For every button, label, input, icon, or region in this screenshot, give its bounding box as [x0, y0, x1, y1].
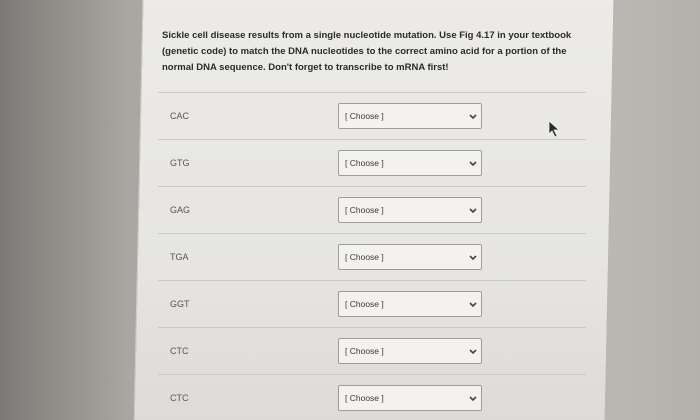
dropdown-value: [ Choose ] — [345, 252, 384, 262]
chevron-down-icon — [469, 161, 477, 167]
codon-label: GTG — [170, 158, 190, 168]
chevron-down-icon — [469, 208, 477, 214]
match-row: CTC [ Choose ] — [158, 327, 586, 374]
dropdown-value: [ Choose ] — [345, 299, 384, 309]
chevron-down-icon — [469, 114, 477, 120]
chevron-down-icon — [469, 396, 477, 402]
dropdown-value: [ Choose ] — [345, 393, 384, 403]
amino-acid-dropdown[interactable]: [ Choose ] — [338, 338, 482, 364]
dropdown-value: [ Choose ] — [345, 205, 384, 215]
amino-acid-dropdown[interactable]: [ Choose ] — [338, 103, 482, 129]
amino-acid-dropdown[interactable]: [ Choose ] — [338, 150, 482, 176]
codon-label: GAG — [170, 205, 191, 215]
amino-acid-dropdown[interactable]: [ Choose ] — [338, 291, 482, 317]
match-row: GGT [ Choose ] — [158, 280, 586, 327]
codon-label: CAC — [170, 111, 190, 121]
amino-acid-dropdown[interactable]: [ Choose ] — [338, 244, 482, 270]
codon-label: GGT — [170, 299, 190, 309]
dropdown-value: [ Choose ] — [345, 111, 384, 121]
chevron-down-icon — [469, 255, 477, 261]
photo-of-screen: Sickle cell disease results from a singl… — [0, 0, 700, 420]
match-row: CAC [ Choose ] — [158, 92, 586, 139]
amino-acid-dropdown[interactable]: [ Choose ] — [338, 197, 482, 223]
amino-acid-dropdown[interactable]: [ Choose ] — [338, 385, 482, 411]
chevron-down-icon — [469, 302, 477, 308]
codon-label: CTC — [170, 393, 189, 403]
codon-label: TGA — [170, 252, 189, 262]
match-row: GTG [ Choose ] — [158, 139, 586, 186]
match-row: CTC [ Choose ] — [158, 374, 586, 420]
dropdown-value: [ Choose ] — [345, 346, 384, 356]
matching-list: CAC [ Choose ] GTG [ Choose ] GAG [ Choo… — [158, 92, 586, 420]
mouse-cursor-icon — [548, 120, 561, 138]
codon-label: CTC — [170, 346, 189, 356]
match-row: GAG [ Choose ] — [158, 186, 586, 233]
match-row: TGA [ Choose ] — [158, 233, 586, 280]
chevron-down-icon — [469, 349, 477, 355]
question-text: Sickle cell disease results from a singl… — [162, 30, 572, 73]
dropdown-value: [ Choose ] — [345, 158, 384, 168]
